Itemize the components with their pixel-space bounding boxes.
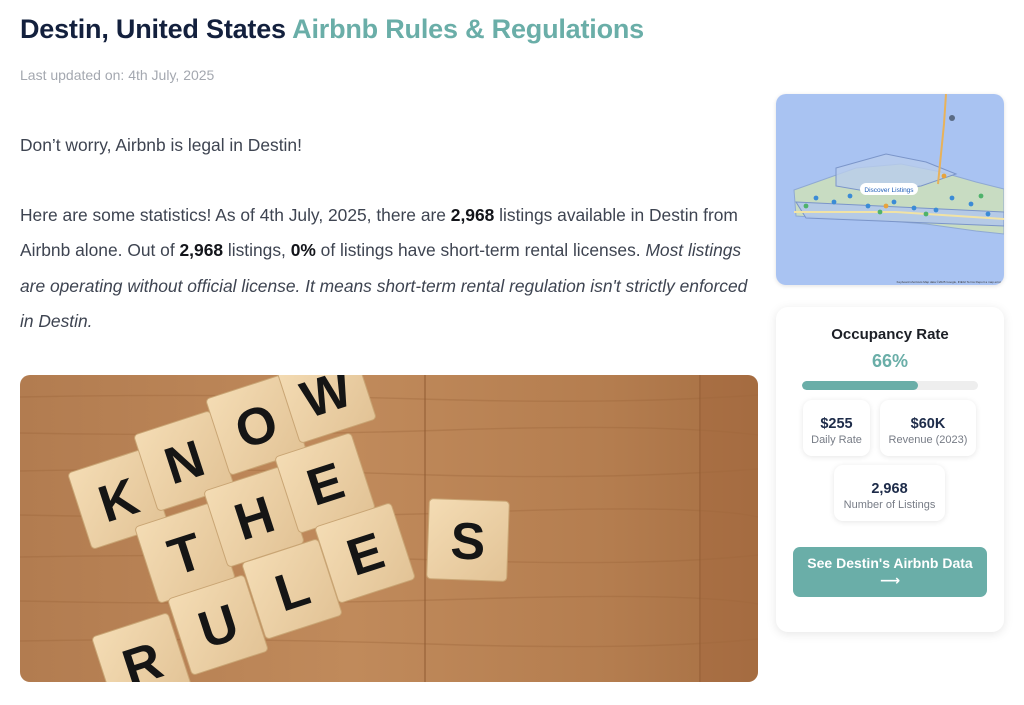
revenue-label: Revenue (2023) (888, 434, 968, 446)
listings-count-2: 2,968 (179, 240, 224, 261)
block-letter-s: S (450, 512, 487, 571)
article-body: Don’t worry, Airbnb is legal in Destin! … (20, 128, 760, 374)
daily-rate-label: Daily Rate (811, 434, 862, 446)
discover-listings-label[interactable]: Discover Listings (864, 187, 914, 194)
daily-rate-box: $255 Daily Rate (803, 400, 870, 456)
number-of-listings-value: 2,968 (871, 481, 908, 497)
listings-map[interactable]: Discover Listings Keyboard shortcuts Map… (776, 94, 1004, 285)
stats-text-3: listings, (223, 240, 291, 261)
stats-text-1: Here are some statistics! As of 4th July… (20, 205, 451, 226)
occupancy-progress-fill (802, 381, 919, 390)
see-airbnb-data-button[interactable]: See Destin's Airbnb Data ⟶ (793, 547, 987, 597)
statistics-paragraph: Here are some statistics! As of 4th July… (20, 198, 760, 339)
page-title: Destin, United States Airbnb Rules & Reg… (20, 14, 644, 45)
number-of-listings-box: 2,968 Number of Listings (834, 465, 945, 521)
stats-card: Occupancy Rate 66% $255 Daily Rate $60K … (776, 307, 1004, 632)
see-airbnb-data-label: See Destin's Airbnb Data (807, 555, 973, 571)
last-updated: Last updated on: 4th July, 2025 (20, 67, 215, 83)
revenue-box: $60K Revenue (2023) (880, 400, 976, 456)
intro-paragraph: Don’t worry, Airbnb is legal in Destin! (20, 135, 302, 155)
number-of-listings-label: Number of Listings (843, 499, 936, 511)
daily-rate-value: $255 (820, 416, 853, 432)
page-title-location: Destin, United States (20, 14, 286, 44)
know-the-rules-image: K N O W T H E R U L E S (20, 375, 758, 682)
listings-count: 2,968 (450, 205, 495, 226)
arrow-right-icon: ⟶ (879, 572, 901, 588)
page-title-accent: Airbnb Rules & Regulations (292, 14, 644, 44)
occupancy-rate-value: 66% (871, 351, 909, 371)
revenue-value: $60K (910, 416, 946, 432)
licensed-percent: 0% (290, 240, 316, 261)
know-the-rules-illustration: K N O W T H E R U L E S (20, 375, 758, 682)
occupancy-progress-bar (802, 381, 978, 390)
map-canvas[interactable]: Discover Listings Keyboard shortcuts Map… (776, 94, 1004, 285)
stats-text-4: of listings have short-term rental licen… (315, 240, 646, 261)
occupancy-rate-label: Occupancy Rate (831, 326, 949, 343)
map-attribution: Keyboard shortcuts Map data ©2025 Google… (897, 280, 1001, 284)
